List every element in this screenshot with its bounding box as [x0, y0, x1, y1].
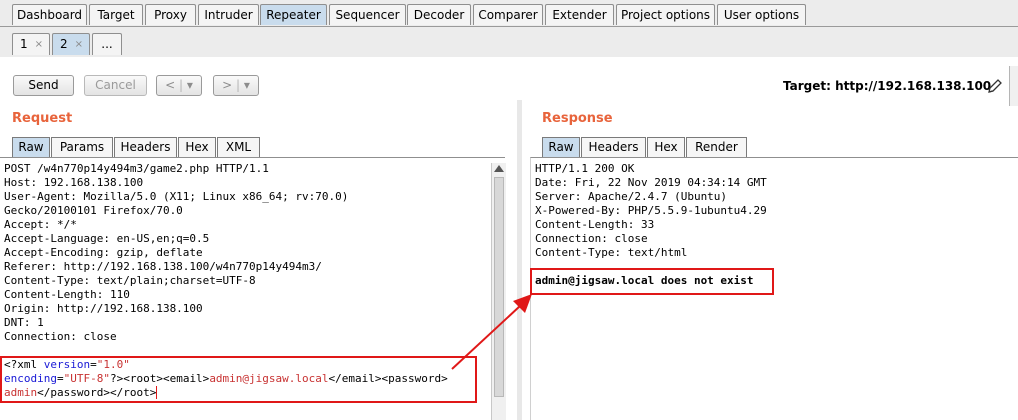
- annotation-arrow: [451, 294, 532, 370]
